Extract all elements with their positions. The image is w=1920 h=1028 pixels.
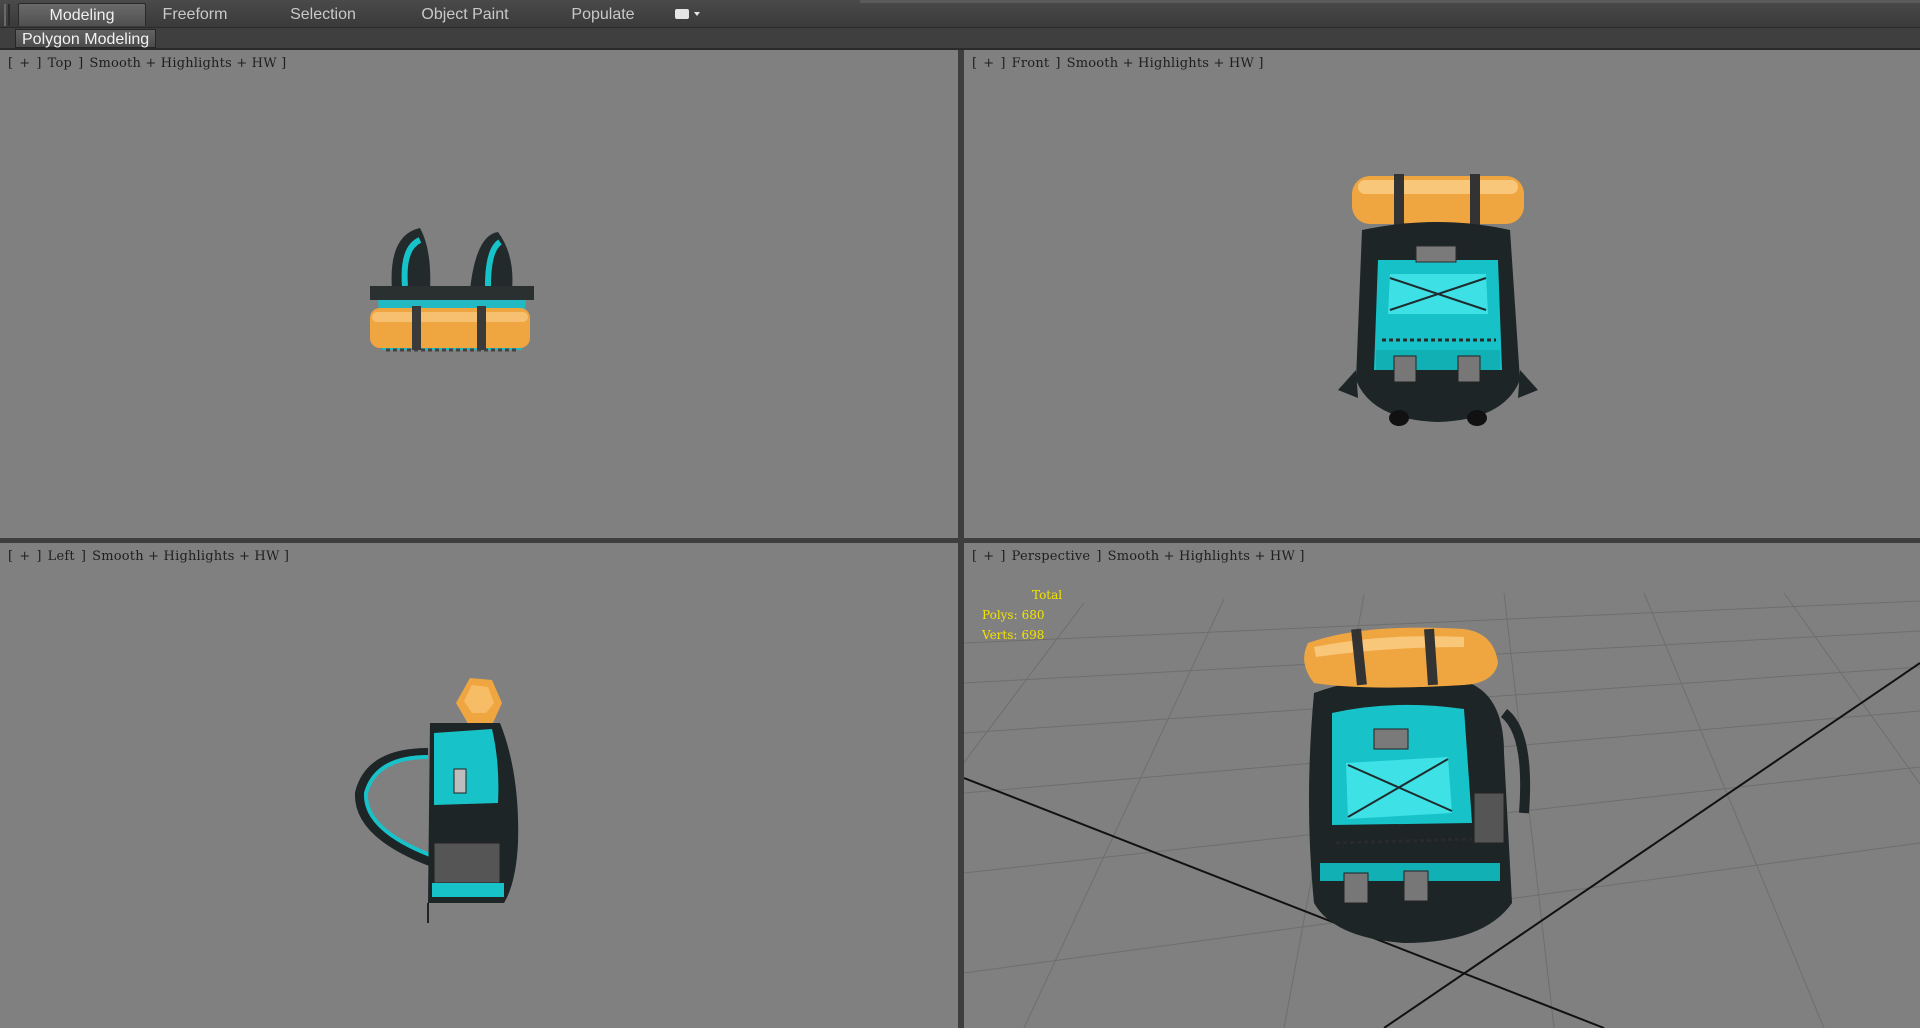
ribbon-options-icon [675,9,689,19]
tab-freeform[interactable]: Freeform [150,3,240,26]
ribbon-panel-row: Polygon Modeling [0,28,1920,50]
chevron-down-icon [694,12,700,16]
backpack-left-view [354,678,519,923]
ribbon-options-dropdown[interactable] [672,7,702,23]
backpack-top-view [370,228,534,352]
ribbon-tab-bar: Modeling Freeform Selection Object Paint… [0,0,1920,28]
viewport-perspective[interactable]: [+] Perspective] Smooth + Highlights + HW … [964,543,1920,1028]
polygon-modeling-button[interactable]: Polygon Modeling [15,29,157,48]
backpack-front-view [1338,174,1538,426]
tab-selection[interactable]: Selection [278,3,368,26]
perspective-grid-and-model [964,592,1920,1028]
ribbon-grip-handle[interactable] [4,4,10,26]
viewport-left[interactable]: [+] Left] Smooth + Highlights + HW ] [0,543,958,1028]
viewport-top[interactable]: [+] Top] Smooth + Highlights + HW ] [0,50,958,538]
tab-modeling[interactable]: Modeling [18,3,146,26]
tab-object-paint[interactable]: Object Paint [410,3,520,26]
title-strip [860,0,1920,3]
viewport-front[interactable]: [+] Front] Smooth + Highlights + HW ] [964,50,1920,538]
tab-populate[interactable]: Populate [558,3,648,26]
